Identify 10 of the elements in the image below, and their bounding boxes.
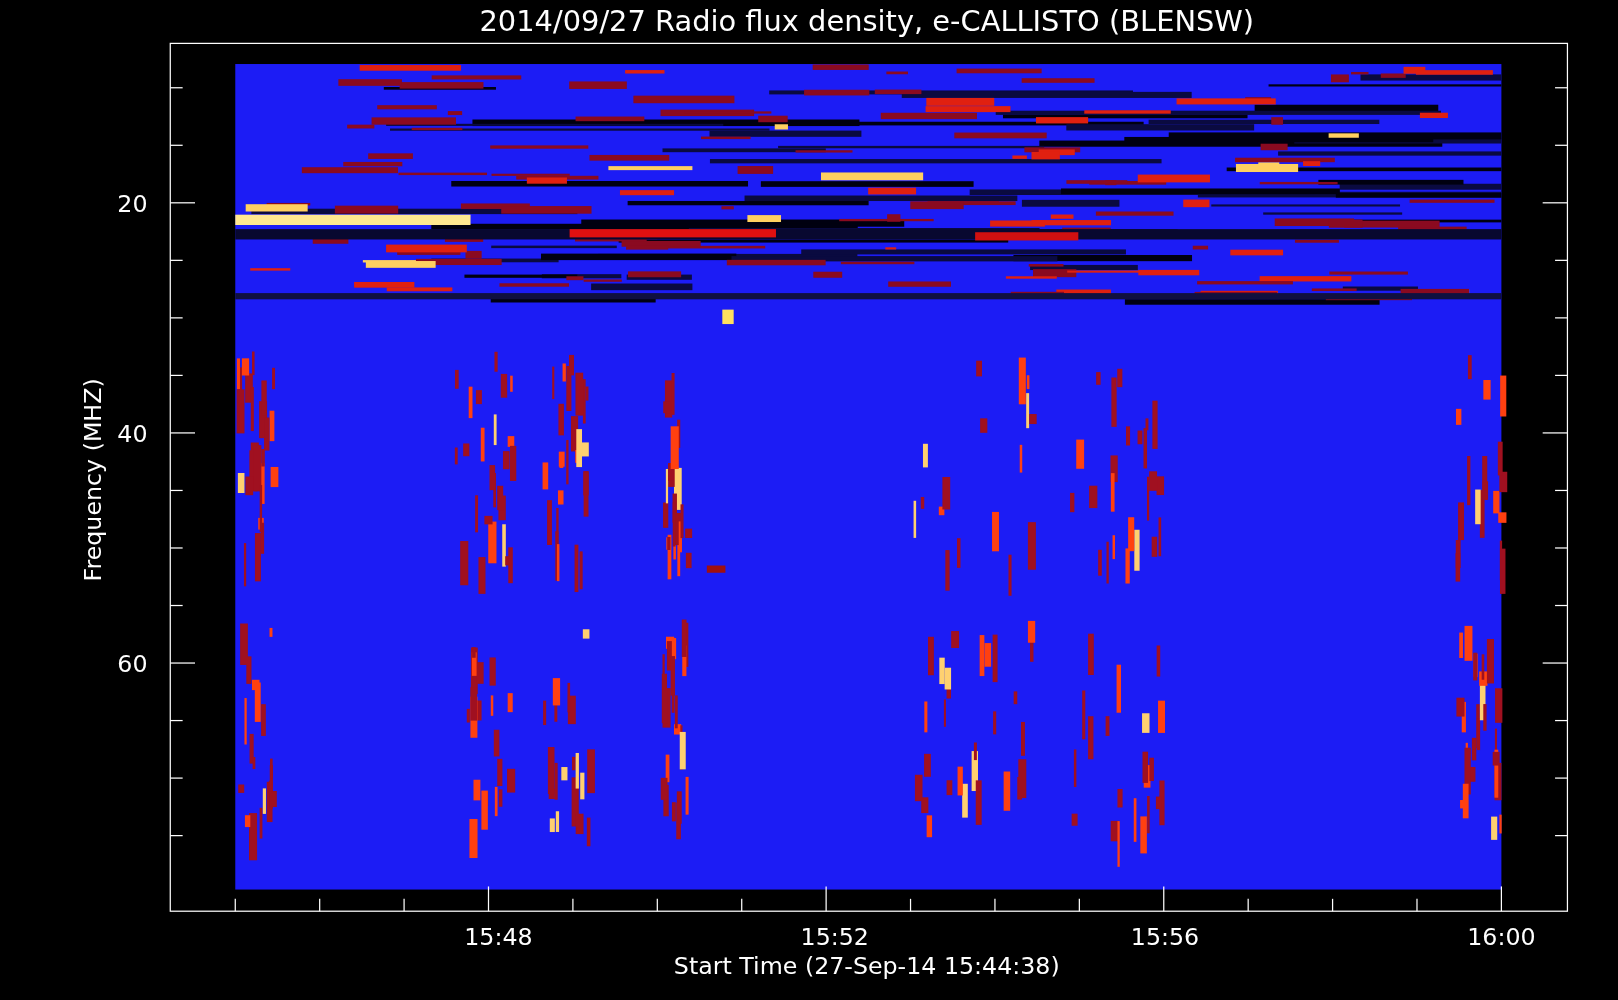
tick-label: 15:56: [1130, 923, 1200, 952]
x-axis-label: Start Time (27-Sep-14 15:44:38): [673, 952, 1060, 981]
chart-title: 2014/09/27 Radio flux density, e-CALLISTO (BLENSW): [479, 4, 1255, 38]
tick-label: 15:52: [800, 923, 869, 952]
tick-label: 15:48: [464, 923, 533, 952]
tick-label: 20: [117, 189, 148, 218]
tick-label: 16:00: [1467, 923, 1536, 952]
tick-label: 40: [117, 419, 148, 448]
tick-label: 60: [117, 649, 148, 678]
y-axis-label: Frequency (MHZ): [79, 378, 108, 582]
